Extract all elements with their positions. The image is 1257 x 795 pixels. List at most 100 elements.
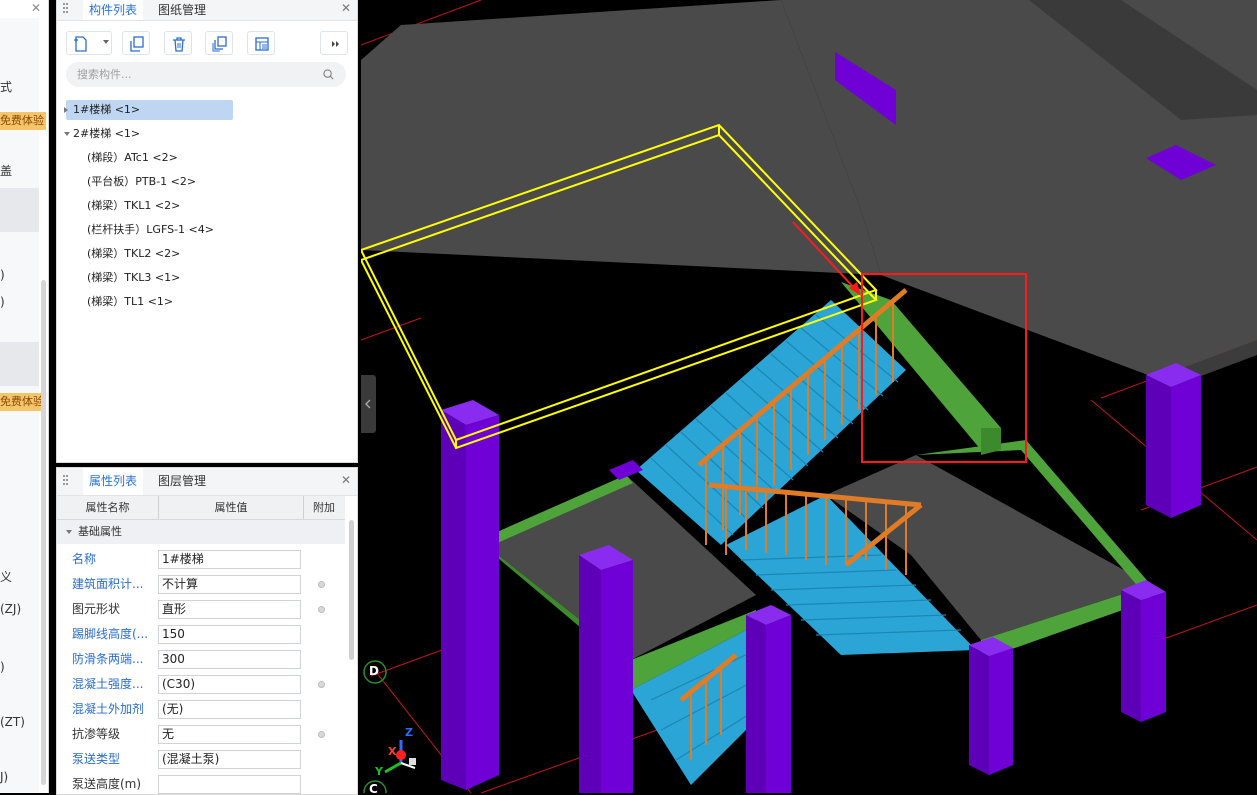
property-value-field[interactable]: 不计算: [158, 575, 301, 594]
add-icon[interactable]: +: [48, 395, 49, 406]
extra-attribute-checkbox[interactable]: [318, 681, 325, 688]
property-scrollbar[interactable]: [349, 520, 354, 660]
component-tabbar: 构件列表 图纸管理 ✕: [57, 0, 357, 21]
property-row: 图元形状 直形: [57, 597, 345, 622]
property-tabbar: 属性列表 图层管理 ✕: [57, 468, 357, 496]
tree-item-label: (平台板）PTB-1 <2>: [87, 175, 197, 188]
tree-item[interactable]: (梯梁）TL1 <1>: [87, 292, 173, 312]
new-file-icon: [74, 36, 87, 52]
tree-item-label: (栏杆扶手）LGFS-1 <4>: [87, 223, 214, 236]
free-trial-badge[interactable]: 免费体验+: [0, 393, 46, 411]
tree-item[interactable]: (梯梁）TKL3 <1>: [87, 268, 180, 288]
property-value-field[interactable]: 无: [158, 725, 301, 744]
expand-toolbar-button[interactable]: [320, 31, 348, 55]
property-name: 抗渗等级: [72, 727, 121, 741]
gizmo-label-y: Y: [375, 765, 383, 778]
drag-handle-icon[interactable]: [63, 475, 69, 488]
left-panel-selected-row-2[interactable]: [0, 342, 39, 386]
tree-item[interactable]: 2#楼梯 <1>: [64, 124, 141, 144]
free-trial-badge[interactable]: 免费体验+: [0, 112, 46, 130]
left-panel-item[interactable]: 盖: [0, 162, 12, 179]
component-list-panel: 构件列表 图纸管理 ✕ 搜索构件... 1#楼梯 <1> 2#楼梯 <1> (梯段）…: [56, 0, 358, 463]
property-table-header: 属性名称 属性值 附加: [57, 496, 345, 520]
extra-attribute-checkbox[interactable]: [318, 581, 325, 588]
property-name: 防滑条两端...: [72, 652, 144, 666]
property-name: 混凝土外加剂: [72, 702, 145, 716]
left-panel-selected-row[interactable]: [0, 188, 39, 232]
property-value-field[interactable]: (C30): [158, 675, 301, 694]
property-name: 泵送高度(m): [72, 777, 142, 791]
component-search[interactable]: 搜索构件...: [66, 62, 346, 87]
property-value-field[interactable]: (混凝土泵): [158, 750, 301, 769]
property-group-basic[interactable]: 基础属性: [57, 520, 345, 544]
gizmo-label-z: Z: [405, 726, 413, 739]
property-panel: 属性列表 图层管理 ✕ 属性名称 属性值 附加 基础属性 名称 1#楼梯 建筑面积计…: [56, 467, 358, 795]
property-name: 建筑面积计...: [72, 577, 144, 591]
tab-property-list[interactable]: 属性列表: [83, 468, 144, 495]
left-panel-item[interactable]: 义: [0, 568, 12, 585]
left-panel-close-icon[interactable]: ✕: [31, 1, 41, 15]
chevron-down-icon[interactable]: [64, 132, 70, 136]
property-group-label: 基础属性: [78, 525, 122, 538]
left-panel-scrollbar[interactable]: [41, 280, 46, 785]
tree-item-label: (梯梁）TKL3 <1>: [87, 271, 181, 284]
property-value-field[interactable]: 150: [158, 625, 301, 644]
drag-handle-icon[interactable]: [63, 3, 69, 16]
copy-component-button[interactable]: [122, 31, 150, 55]
stair-3d-scene[interactable]: [361, 0, 1257, 793]
left-panel-item[interactable]: ): [0, 268, 5, 282]
tree-item[interactable]: (梯梁）TKL1 <2>: [87, 196, 180, 216]
copy-icon: [130, 36, 144, 52]
chevron-right-icon[interactable]: [64, 107, 68, 113]
search-icon[interactable]: [323, 69, 334, 80]
property-row: 泵送类型 (混凝土泵): [57, 747, 345, 772]
close-icon[interactable]: ✕: [341, 473, 351, 487]
tree-item-label: 1#楼梯 <1>: [73, 103, 141, 116]
chevron-down-icon[interactable]: [103, 40, 109, 44]
tree-item[interactable]: (平台板）PTB-1 <2>: [87, 172, 196, 192]
delete-component-button[interactable]: [164, 31, 192, 55]
tree-item[interactable]: (梯段）ATc1 <2>: [87, 148, 178, 168]
tab-drawing-management[interactable]: 图纸管理: [152, 0, 212, 20]
left-panel-item[interactable]: ): [0, 295, 5, 309]
tab-component-list[interactable]: 构件列表: [83, 0, 144, 20]
property-name: 图元形状: [72, 602, 121, 616]
left-panel-item[interactable]: (ZT): [0, 715, 25, 729]
property-name: 混凝土强度...: [72, 677, 144, 691]
extra-attribute-checkbox[interactable]: [318, 606, 325, 613]
property-value-field[interactable]: (无): [158, 700, 301, 719]
property-value-field[interactable]: 1#楼梯: [158, 550, 301, 569]
gizmo-label-x: X: [388, 745, 397, 758]
property-value-field[interactable]: 300: [158, 650, 301, 669]
property-name: 名称: [72, 552, 97, 566]
property-value-field[interactable]: [158, 775, 301, 794]
tab-layer-management[interactable]: 图层管理: [152, 468, 212, 495]
tree-item[interactable]: (梯梁）TKL2 <2>: [87, 244, 180, 264]
layer-settings-button[interactable]: [247, 31, 275, 55]
axis-label-c: C: [369, 782, 378, 793]
column-header-value: 属性值: [159, 496, 304, 519]
chevron-down-icon[interactable]: [66, 530, 72, 534]
copy-to-floor-button[interactable]: [205, 31, 233, 55]
new-component-button[interactable]: [66, 31, 112, 55]
add-icon[interactable]: +: [48, 114, 49, 125]
property-row: 混凝土强度... (C30): [57, 672, 345, 697]
collapse-panel-button[interactable]: [361, 375, 376, 433]
3d-viewport[interactable]: D C X Y Z: [361, 0, 1257, 793]
left-panel-item[interactable]: (ZJ): [0, 602, 21, 616]
property-value-field[interactable]: 直形: [158, 600, 301, 619]
property-row: 混凝土外加剂 (无): [57, 697, 345, 722]
left-panel-item[interactable]: ): [0, 660, 5, 674]
left-panel-item[interactable]: 式: [0, 78, 12, 95]
tree-item-label: 2#楼梯 <1>: [73, 127, 141, 140]
tree-item[interactable]: 1#楼梯 <1>: [64, 100, 233, 120]
tree-item-label: (梯梁）TL1 <1>: [87, 295, 174, 308]
property-row: 泵送高度(m): [57, 772, 345, 794]
search-input[interactable]: 搜索构件...: [77, 62, 132, 87]
left-panel-item[interactable]: J): [0, 770, 8, 784]
chevron-double-right-icon: [332, 41, 339, 47]
close-icon[interactable]: ✕: [341, 1, 351, 15]
extra-attribute-checkbox[interactable]: [318, 731, 325, 738]
property-row: 踢脚线高度(... 150: [57, 622, 345, 647]
tree-item[interactable]: (栏杆扶手）LGFS-1 <4>: [87, 220, 214, 240]
